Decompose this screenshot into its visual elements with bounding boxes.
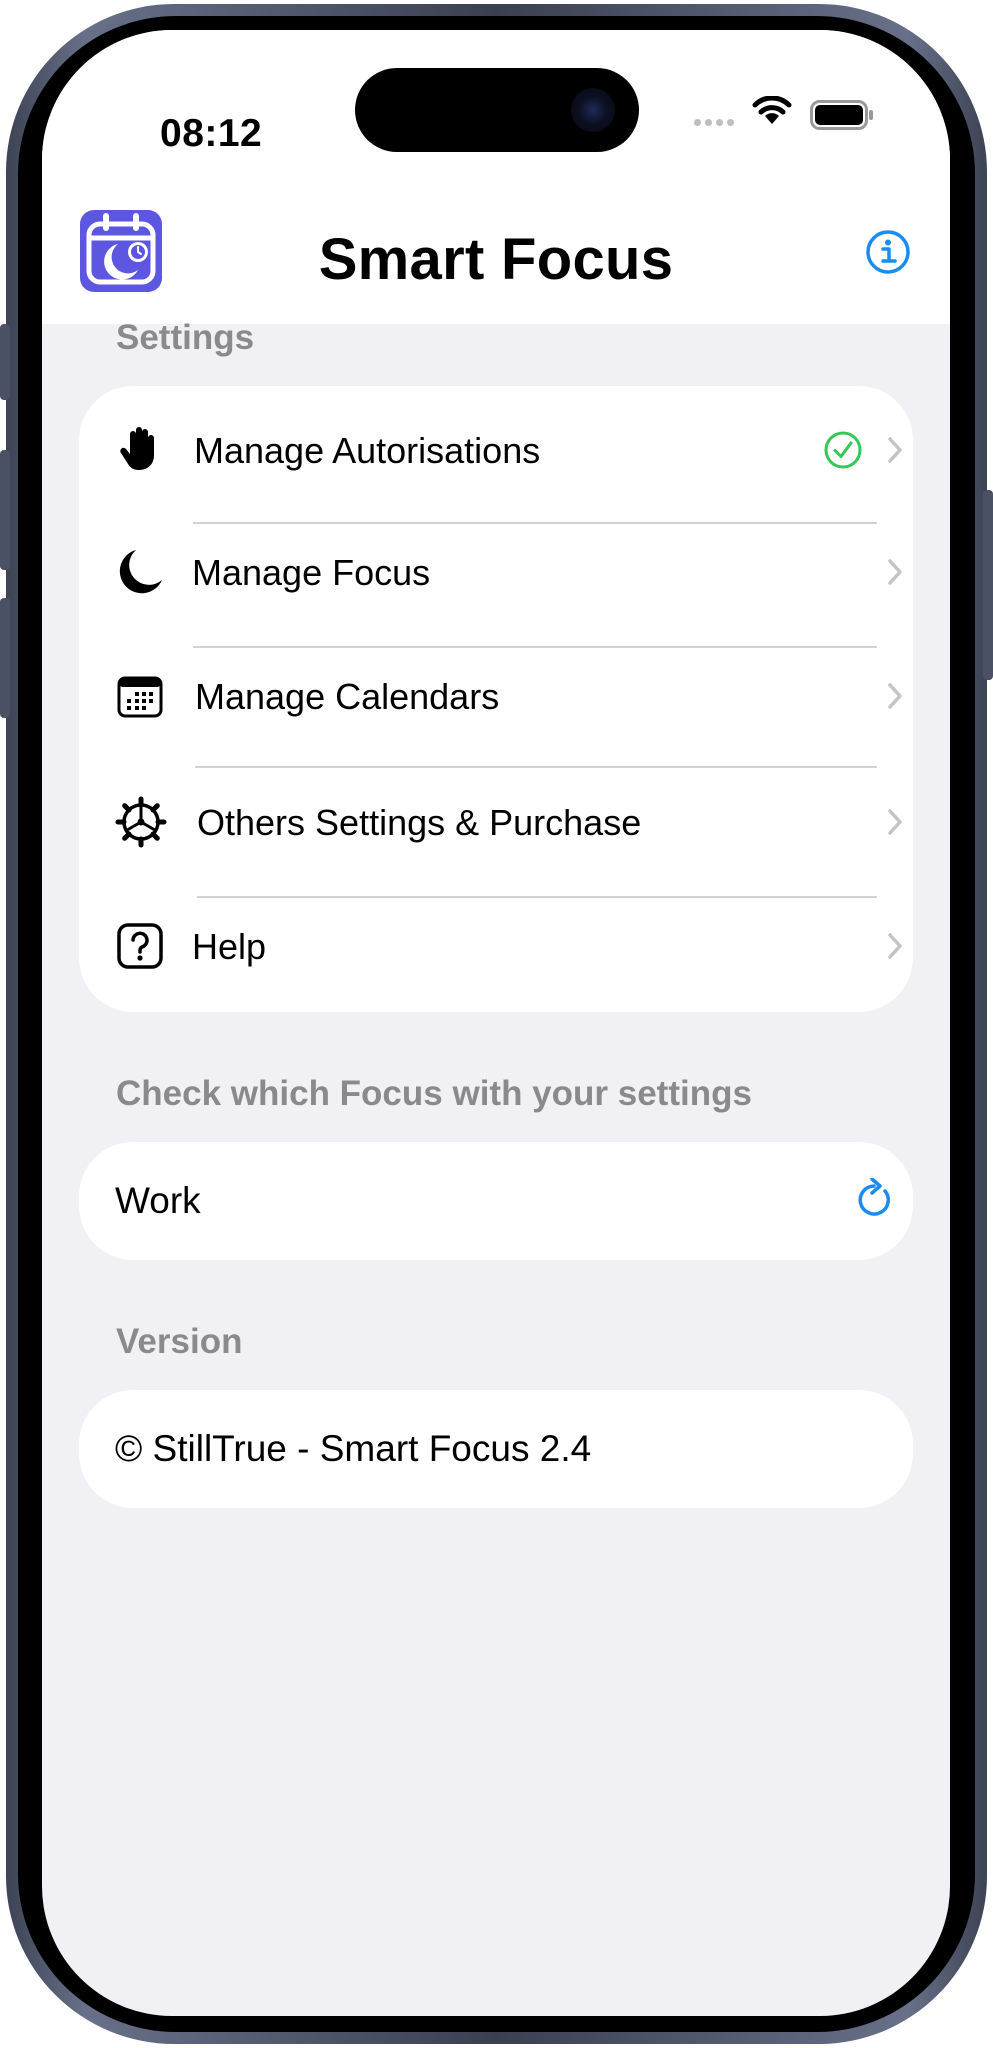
info-circle-icon[interactable] xyxy=(864,228,912,276)
chevron-right-icon xyxy=(888,559,902,585)
chevron-right-icon xyxy=(888,683,902,709)
refresh-icon[interactable] xyxy=(852,1178,896,1222)
volume-up-button xyxy=(0,450,10,570)
status-time: 08:12 xyxy=(160,112,263,155)
chevron-right-icon xyxy=(888,437,902,463)
others-settings-label: Others Settings & Purchase xyxy=(197,802,642,843)
chevron-right-icon xyxy=(888,933,902,959)
status-bar: 08:12 xyxy=(42,30,950,170)
manage-autorisations-row[interactable]: Manage Autorisations xyxy=(79,402,913,498)
action-button xyxy=(0,324,10,400)
front-camera xyxy=(571,88,615,132)
gear-icon xyxy=(115,796,167,848)
dynamic-island xyxy=(355,68,639,152)
checkmark-circle-icon xyxy=(824,431,862,469)
manage-calendars-row[interactable]: Manage Calendars xyxy=(79,648,913,744)
version-text: © StillTrue - Smart Focus 2.4 xyxy=(115,1428,592,1469)
moon-icon xyxy=(119,550,162,594)
chevron-right-icon xyxy=(888,809,902,835)
version-card: © StillTrue - Smart Focus 2.4 xyxy=(79,1390,913,1508)
focus-check-section-header: Check which Focus with your settings xyxy=(116,1074,752,1113)
settings-section-header: Settings xyxy=(116,318,255,357)
hand-raised-icon xyxy=(120,427,154,470)
focus-check-card[interactable]: Work xyxy=(79,1142,913,1260)
manage-autorisations-label: Manage Autorisations xyxy=(194,430,541,471)
current-focus-value: Work xyxy=(115,1180,201,1221)
battery-icon xyxy=(810,100,873,130)
app-screen: 08:12 Smart Focus Settings Manage Autori… xyxy=(42,30,950,2016)
manage-calendars-label: Manage Calendars xyxy=(195,676,500,717)
manage-focus-row[interactable]: Manage Focus xyxy=(79,524,913,620)
cellular-signal-icon xyxy=(694,119,734,126)
volume-down-button xyxy=(0,598,10,718)
help-row[interactable]: Help xyxy=(79,898,913,994)
others-settings-row[interactable]: Others Settings & Purchase xyxy=(79,774,913,870)
version-section-header: Version xyxy=(116,1322,243,1361)
help-label: Help xyxy=(192,926,267,967)
power-button xyxy=(983,490,993,680)
settings-card: Manage Autorisations Manage Focus Manage… xyxy=(79,386,913,1012)
question-square-icon xyxy=(117,923,163,969)
manage-focus-label: Manage Focus xyxy=(192,552,431,593)
wifi-icon xyxy=(752,96,792,124)
navigation-bar: Smart Focus xyxy=(42,170,950,324)
row-separator xyxy=(195,766,877,768)
page-title: Smart Focus xyxy=(318,227,674,292)
calendar-icon xyxy=(117,676,163,718)
